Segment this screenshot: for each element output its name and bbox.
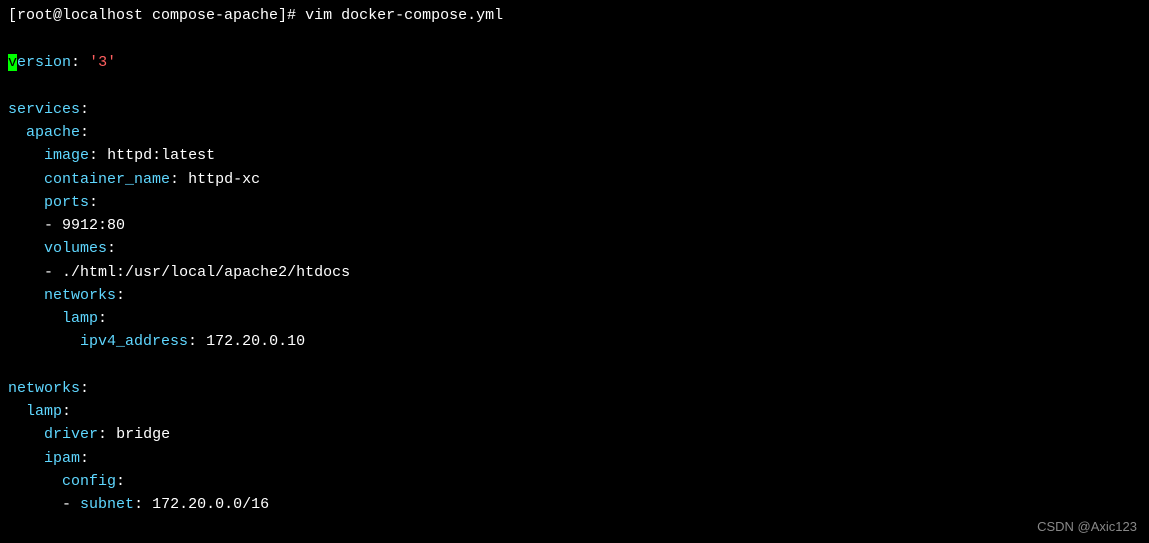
yaml-key-image: image <box>44 147 89 164</box>
shell-prompt: [root@localhost compose-apache]# <box>8 7 296 24</box>
yaml-key-driver: driver <box>44 426 98 443</box>
yaml-value-version: '3' <box>89 54 116 71</box>
yaml-key-config: config <box>62 473 116 490</box>
yaml-key-lamp: lamp <box>26 403 62 420</box>
vim-editor-content[interactable]: version: '3' services: apache: image: ht… <box>8 51 1141 516</box>
yaml-key-networks: networks <box>8 380 80 397</box>
shell-command: vim docker-compose.yml <box>305 7 503 24</box>
yaml-key-container-name: container_name <box>44 171 170 188</box>
yaml-key-ports: ports <box>44 194 89 211</box>
shell-prompt-line: [root@localhost compose-apache]# vim doc… <box>8 4 1141 27</box>
yaml-key-lamp-svc: lamp <box>62 310 98 327</box>
yaml-value-volume: ./html:/usr/local/apache2/htdocs <box>62 264 350 281</box>
yaml-value-subnet: 172.20.0.0/16 <box>152 496 269 513</box>
watermark: CSDN @Axic123 <box>1037 517 1137 537</box>
yaml-value-image: httpd:latest <box>107 147 215 164</box>
yaml-key-services: services <box>8 101 80 118</box>
yaml-key-version: ersion <box>17 54 71 71</box>
yaml-value-port: 9912:80 <box>62 217 125 234</box>
yaml-key-ipv4: ipv4_address <box>80 333 188 350</box>
yaml-key-ipam: ipam <box>44 450 80 467</box>
yaml-value-ipv4: 172.20.0.10 <box>206 333 305 350</box>
yaml-value-driver: bridge <box>116 426 170 443</box>
yaml-key-apache: apache <box>26 124 80 141</box>
yaml-key-subnet: subnet <box>80 496 134 513</box>
yaml-key-networks-svc: networks <box>44 287 116 304</box>
yaml-value-container-name: httpd-xc <box>188 171 260 188</box>
vim-cursor: v <box>8 54 17 71</box>
yaml-key-volumes: volumes <box>44 240 107 257</box>
